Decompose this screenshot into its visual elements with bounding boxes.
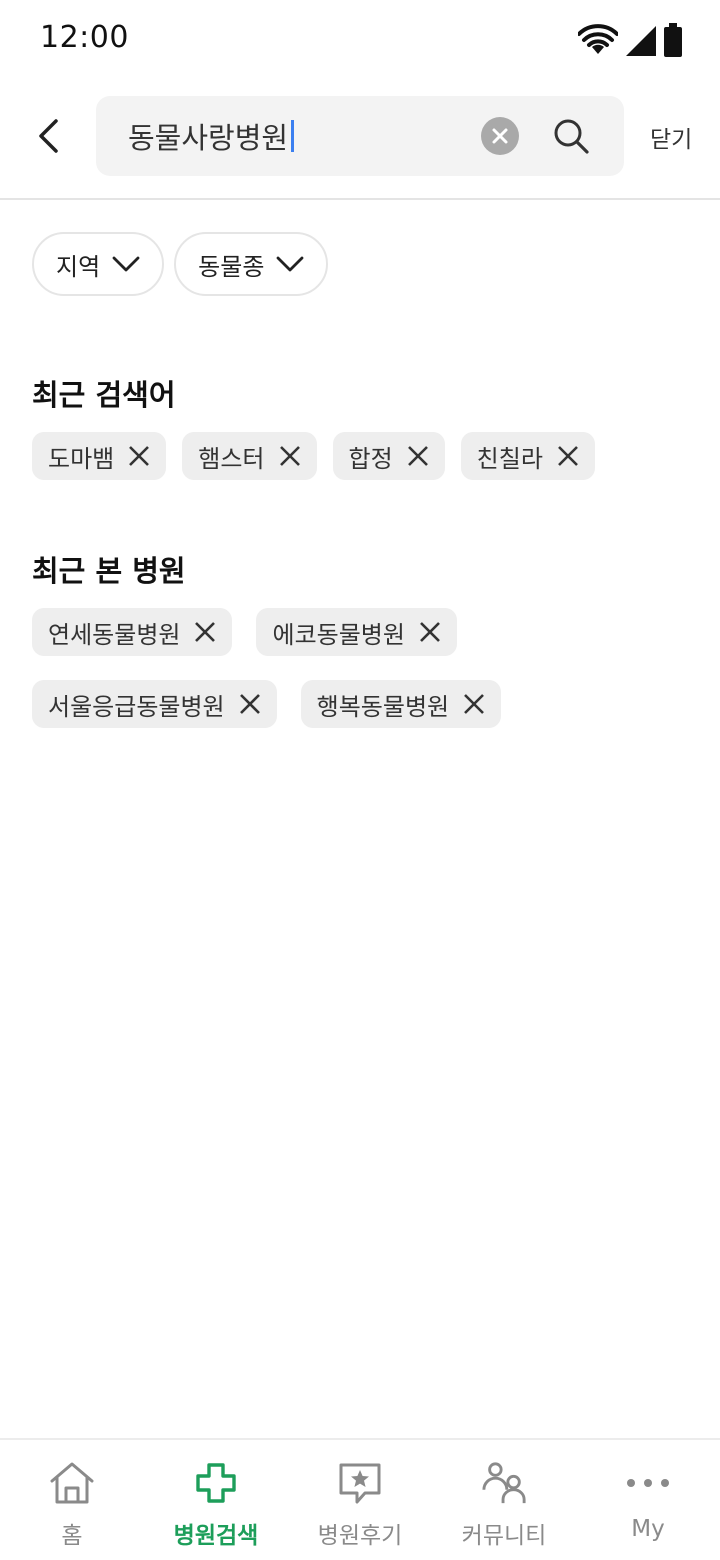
filter-region-dropdown[interactable]: 지역 [32, 232, 165, 296]
recent-hospital-chip[interactable]: 에코동물병원 [256, 608, 457, 656]
nav-item-hospital-search[interactable]: 병원검색 [144, 1440, 288, 1560]
close-icon [407, 446, 428, 466]
remove-chip-button[interactable] [463, 693, 485, 715]
close-icon [239, 694, 260, 714]
community-icon [481, 1460, 527, 1506]
back-button[interactable] [26, 110, 70, 162]
search-button[interactable] [551, 116, 591, 156]
chevron-left-icon [39, 119, 58, 153]
close-button[interactable]: 닫기 [650, 120, 692, 154]
close-icon [558, 446, 578, 466]
recent-hospitals-list: 연세동물병원 에코동물병원 서울응급동물병원 행복동물병원 [32, 608, 592, 728]
recent-hospital-chip[interactable]: 행복동물병원 [300, 680, 502, 728]
remove-chip-button[interactable] [194, 621, 216, 643]
chip-label: 행복동물병원 [316, 692, 450, 721]
remove-chip-button[interactable] [128, 445, 150, 467]
search-screen: 12:00 동물사랑병원 닫기 지역 동물종 최근 검색어 도마뱀 햄스터 합정… [0, 0, 720, 1560]
chip-label: 도마뱀 [48, 444, 115, 473]
nav-label: 병원검색 [173, 1523, 259, 1549]
filter-label: 지역 [56, 252, 101, 281]
recent-hospital-chip[interactable]: 연세동물병원 [32, 608, 233, 656]
search-icon [554, 119, 589, 154]
remove-chip-button[interactable] [419, 621, 441, 643]
search-query-text: 동물사랑병원 [128, 121, 289, 155]
chip-label: 연세동물병원 [48, 620, 181, 649]
recent-hospital-chip[interactable]: 서울응급동물병원 [32, 680, 277, 728]
remove-chip-button[interactable] [407, 445, 429, 467]
recent-searches-title: 최근 검색어 [32, 378, 176, 412]
chip-label: 에코동물병원 [272, 620, 405, 649]
chip-label: 친칠라 [476, 444, 543, 473]
clear-x-icon [492, 128, 508, 144]
recent-search-chip[interactable]: 합정 [332, 432, 445, 480]
nav-item-community[interactable]: 커뮤니티 [432, 1440, 576, 1560]
chip-label: 합정 [348, 444, 393, 473]
close-icon [279, 446, 300, 466]
chevron-down-icon [112, 256, 140, 272]
nav-item-my[interactable]: My [576, 1440, 720, 1560]
remove-chip-button[interactable] [279, 445, 301, 467]
nav-label: 병원후기 [317, 1523, 403, 1549]
recent-search-chip[interactable]: 햄스터 [182, 432, 317, 480]
chip-label: 햄스터 [198, 444, 265, 473]
remove-chip-button[interactable] [557, 445, 579, 467]
close-icon [420, 622, 440, 642]
battery-icon [664, 23, 682, 57]
home-icon [49, 1460, 95, 1506]
clear-search-button[interactable] [481, 117, 519, 155]
filter-bar: 지역 동물종 [32, 232, 329, 296]
search-header: 동물사랑병원 닫기 [0, 80, 720, 200]
search-box[interactable]: 동물사랑병원 [96, 96, 624, 176]
remove-chip-button[interactable] [239, 693, 261, 715]
search-input[interactable]: 동물사랑병원 [128, 116, 295, 156]
chip-label: 서울응급동물병원 [48, 692, 225, 721]
close-icon [195, 622, 216, 642]
filter-label: 동물종 [198, 252, 265, 281]
close-icon [129, 446, 150, 466]
nav-label: 커뮤니티 [461, 1523, 547, 1549]
cell-signal-icon [626, 26, 656, 56]
recent-hospitals-title: 최근 본 병원 [32, 554, 186, 588]
recent-searches-list: 도마뱀 햄스터 합정 친칠라 [32, 432, 692, 480]
chevron-down-icon [277, 256, 304, 272]
nav-item-hospital-reviews[interactable]: 병원후기 [288, 1440, 432, 1560]
review-star-icon [337, 1460, 383, 1506]
recent-search-chip[interactable]: 친칠라 [460, 432, 595, 480]
more-dots-icon [625, 1460, 671, 1506]
status-icons [578, 22, 682, 58]
nav-label: 홈 [61, 1523, 83, 1549]
text-caret [291, 120, 295, 152]
recent-search-chip[interactable]: 도마뱀 [32, 432, 167, 480]
wifi-icon [578, 24, 618, 54]
nav-label: My [631, 1516, 665, 1542]
nav-item-home[interactable]: 홈 [0, 1440, 144, 1560]
status-time: 12:00 [40, 20, 129, 55]
bottom-navigation: 홈 병원검색 병원후기 커뮤니티 My [0, 1438, 720, 1560]
filter-species-dropdown[interactable]: 동물종 [174, 232, 329, 296]
close-icon [464, 694, 485, 714]
status-bar: 12:00 [0, 0, 720, 80]
medical-cross-icon [193, 1460, 239, 1506]
